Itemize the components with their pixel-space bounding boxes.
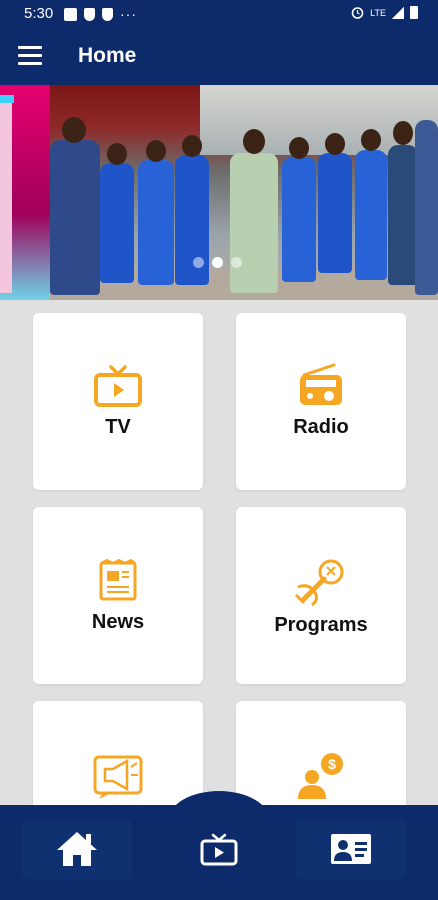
shield-icon (84, 7, 95, 21)
contact-card-icon (331, 834, 371, 864)
programs-label: Programs (274, 614, 368, 636)
app-bar: Home (0, 28, 438, 85)
battery-icon (410, 6, 418, 19)
news-label: News (91, 611, 145, 633)
tv-icon (200, 833, 238, 866)
shield-icon (102, 7, 113, 21)
radio-tile[interactable]: Radio (236, 313, 406, 490)
tv-label: TV (105, 416, 131, 438)
nav-home-button[interactable] (22, 819, 132, 879)
bottom-navigation (0, 791, 438, 900)
nav-tv-button[interactable] (164, 819, 274, 879)
nav-contact-button[interactable] (296, 819, 406, 879)
page-title: Home (78, 44, 137, 67)
svg-text:$: $ (328, 756, 336, 772)
banner-carousel[interactable] (0, 85, 438, 300)
home-icon (57, 832, 97, 866)
alarm-icon (351, 7, 364, 19)
tv-tile[interactable]: TV (33, 313, 203, 490)
tv-icon (94, 365, 142, 407)
pager-dot[interactable] (231, 257, 242, 268)
advertise-person-dollar-icon: $ (298, 753, 343, 799)
pager-dot[interactable] (193, 257, 204, 268)
carousel-pager (0, 257, 438, 269)
advertise-tile[interactable]: $ (236, 701, 406, 810)
newspaper-icon (99, 559, 137, 601)
status-time: 5:30 (24, 5, 54, 22)
pager-dot-active[interactable] (212, 257, 223, 268)
radio-icon (300, 363, 342, 405)
signal-icon (392, 6, 404, 19)
more-dots-icon: ··· (120, 6, 137, 22)
menu-grid: TV Radio News Programs $ (0, 300, 438, 810)
network-label: LTE (370, 7, 386, 18)
programs-tile[interactable]: Programs (236, 507, 406, 684)
status-bar: 5:30 ··· LTE (0, 0, 438, 28)
gallery-icon (64, 7, 77, 21)
hamburger-menu-icon[interactable] (18, 46, 42, 66)
microphone-icon (294, 559, 344, 607)
megaphone-icon (93, 755, 143, 799)
megaphone-tile[interactable] (33, 701, 203, 810)
radio-label: Radio (293, 416, 349, 438)
news-tile[interactable]: News (33, 507, 203, 684)
